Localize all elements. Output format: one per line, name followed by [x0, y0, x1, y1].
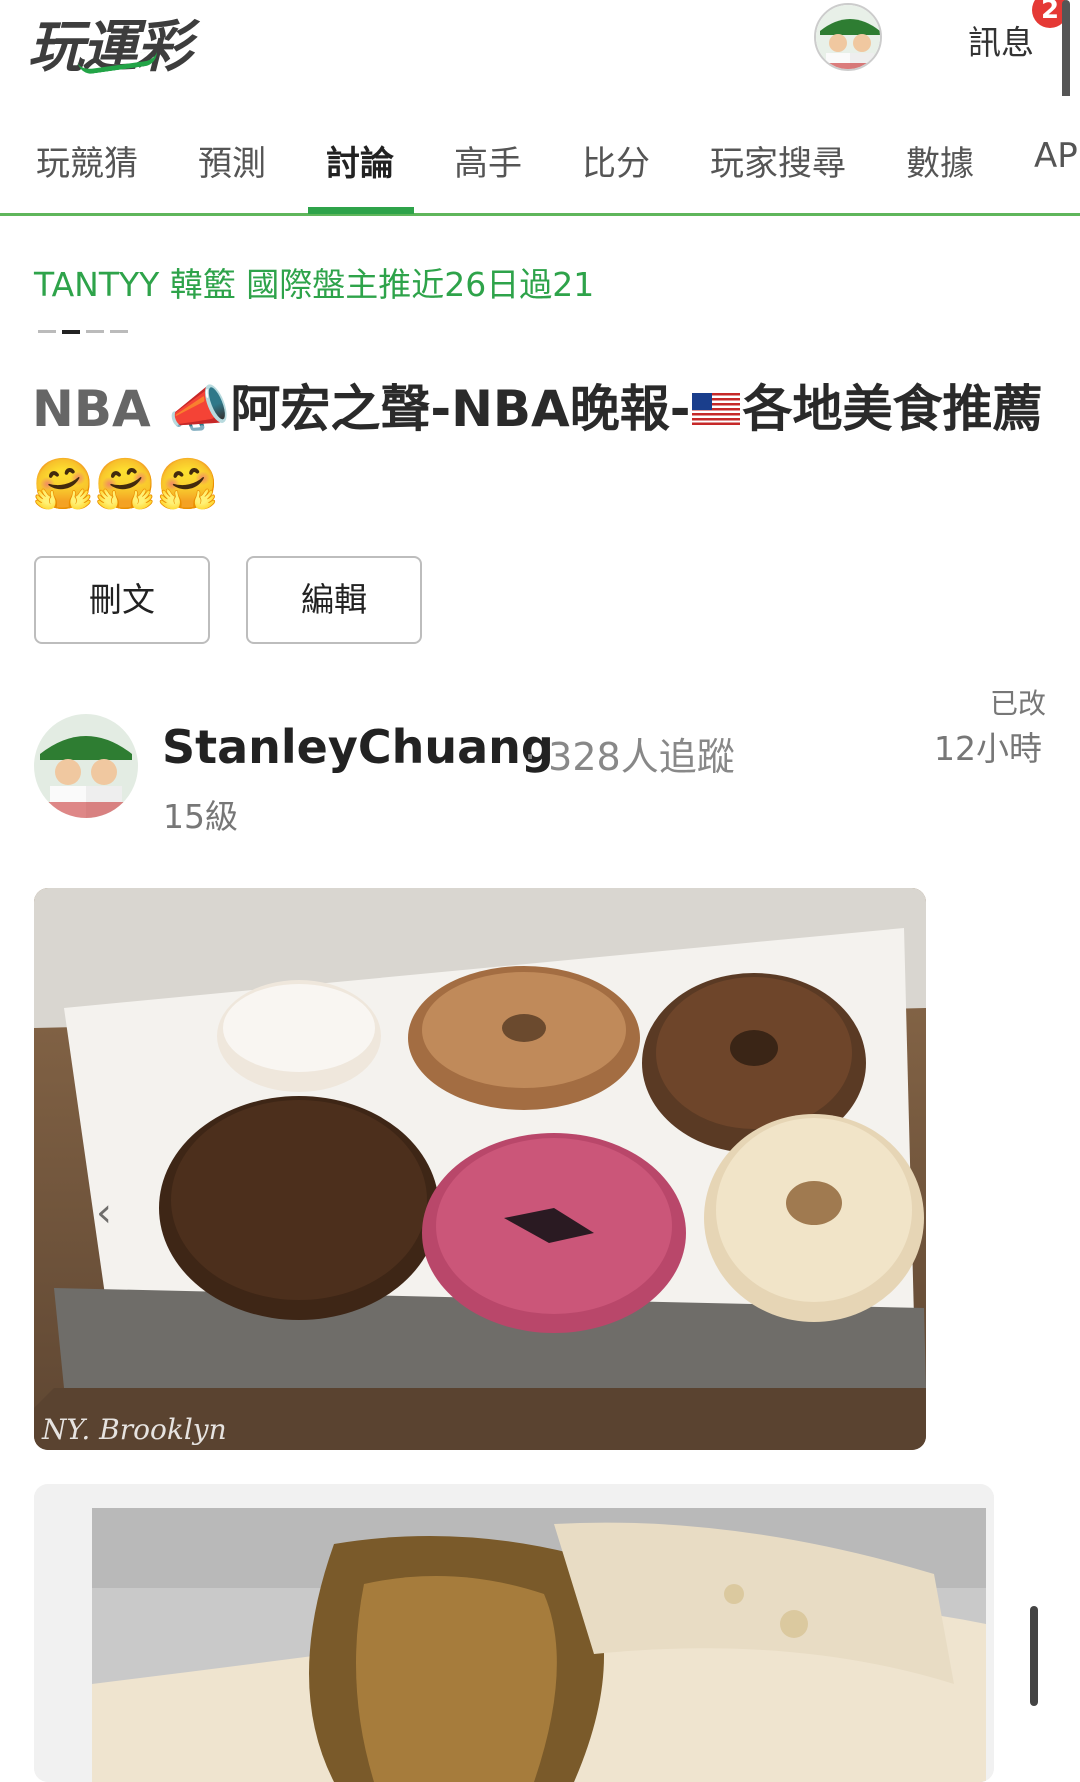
- tab-stats[interactable]: 數據: [906, 136, 974, 185]
- megaphone-icon: 📣: [168, 380, 231, 438]
- edited-label: 已改: [990, 687, 1047, 720]
- category-tabs: 玩競猜 預測 討論 高手 比分 玩家搜尋 數據 AP: [0, 96, 1080, 216]
- photo-caption: NY. Brooklyn: [42, 1413, 227, 1446]
- scrollbar-thumb[interactable]: [1030, 1606, 1038, 1706]
- messages-label: 訊息: [968, 23, 1034, 62]
- tab-play-guess[interactable]: 玩競猜: [36, 136, 138, 185]
- us-flag-icon: [692, 392, 741, 425]
- pagination-dot[interactable]: [86, 330, 104, 333]
- user-avatar[interactable]: [814, 3, 882, 71]
- carousel-prev-arrow[interactable]: ‹: [96, 1190, 112, 1236]
- donuts-photo: [34, 888, 926, 1450]
- tab-discussion[interactable]: 討論: [326, 136, 394, 185]
- hug-emoji-icon: 🤗🤗🤗: [32, 455, 219, 513]
- burrito-photo: [34, 1484, 994, 1782]
- avatar-icon: [34, 714, 138, 818]
- avatar-icon: [816, 5, 880, 69]
- pagination-dot-active[interactable]: [62, 330, 80, 334]
- post-image-donuts[interactable]: NY. Brooklyn: [34, 888, 926, 1450]
- post-title: NBA 📣阿宏之聲-NBA晚報- 各地美食推薦 🤗🤗🤗: [32, 372, 1052, 522]
- tab-player-search[interactable]: 玩家搜尋: [710, 136, 846, 185]
- top-header: 玩運彩 訊息 2: [0, 0, 1080, 120]
- tab-experts[interactable]: 高手: [454, 136, 522, 185]
- active-tab-indicator: [308, 207, 414, 214]
- tab-app[interactable]: AP: [1034, 136, 1078, 176]
- ticker-headline[interactable]: TANTYY 韓籃 國際盤主推近26日過21: [34, 258, 594, 306]
- pagination-dot[interactable]: [110, 330, 128, 333]
- delete-post-button[interactable]: 刪文: [34, 556, 210, 644]
- title-prefix: NBA: [32, 380, 169, 438]
- title-main-1: 阿宏之聲-NBA晚報-: [230, 380, 691, 438]
- author-level: 15級: [163, 797, 238, 836]
- messages-link[interactable]: 訊息: [968, 16, 1034, 64]
- tab-scores[interactable]: 比分: [582, 136, 650, 185]
- tab-predictions[interactable]: 預測: [198, 136, 266, 185]
- edit-post-button[interactable]: 編輯: [246, 556, 422, 644]
- post-time: 12小時: [934, 729, 1042, 768]
- author-name[interactable]: StanleyChuang: [162, 720, 554, 774]
- post-image-burrito[interactable]: [34, 1484, 994, 1782]
- pagination-dot[interactable]: [38, 330, 56, 333]
- author-followers: · 328人追蹤: [524, 735, 735, 779]
- title-main-2: 各地美食推薦: [742, 380, 1043, 438]
- author-avatar[interactable]: [34, 714, 138, 818]
